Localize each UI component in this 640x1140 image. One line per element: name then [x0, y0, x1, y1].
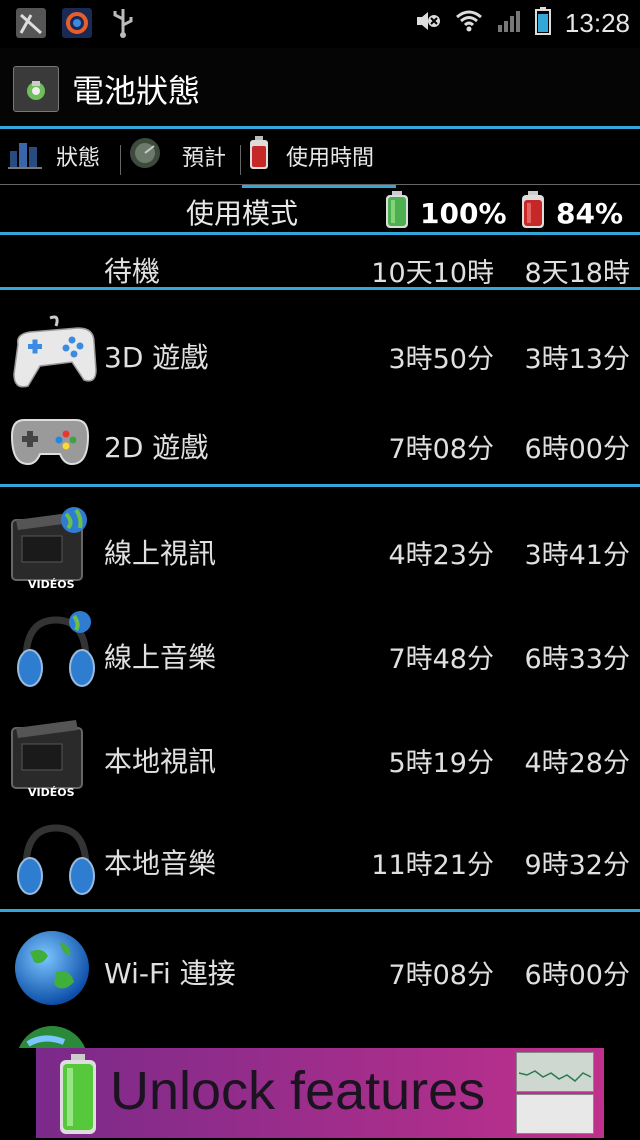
online-video-icon-text: VIDÉOS	[28, 578, 75, 591]
list-item-online-video[interactable]: VIDÉOS 線上視訊 4時23分 3時41分	[0, 506, 640, 596]
row-full-value: 10天10時	[371, 258, 494, 289]
tab-separator	[240, 145, 241, 175]
row-label: Wi-Fi 連接	[104, 957, 236, 990]
row-current-value: 6時00分	[524, 434, 630, 465]
usb-icon	[106, 6, 140, 40]
app-title: 電池狀態	[72, 72, 201, 110]
list-item-partial	[14, 1024, 90, 1048]
local-music-icon	[16, 818, 96, 908]
row-full-value: 3時50分	[388, 344, 494, 375]
local-video-icon: VIDÉOS	[10, 714, 96, 804]
battery-red-icon	[248, 136, 270, 176]
section-divider	[0, 287, 640, 290]
section-divider	[0, 484, 640, 487]
row-current-value: 3時13分	[524, 344, 630, 375]
tab-estimate-label: 預計	[182, 146, 227, 171]
notification-icon	[14, 6, 48, 40]
battery-full-percent: 100%	[420, 197, 507, 230]
battery-green-icon	[58, 1054, 98, 1140]
wifi-icon	[455, 9, 483, 37]
ad-banner[interactable]: Unlock features	[36, 1048, 604, 1138]
row-full-value: 5時19分	[388, 748, 494, 779]
ad-text: Unlock features	[110, 1061, 486, 1121]
title-divider	[0, 126, 640, 129]
row-label: 待機	[104, 255, 161, 288]
list-item-online-music[interactable]: 線上音樂 7時48分 6時33分	[0, 610, 640, 700]
battery-app-icon[interactable]	[13, 66, 59, 112]
usage-mode-label: 使用模式	[185, 197, 298, 230]
row-current-value: 4時28分	[524, 748, 630, 779]
battery-full-header: 100%	[384, 191, 507, 236]
tab-estimate[interactable]: 預計	[128, 131, 238, 181]
battery-current-header: 84%	[520, 191, 623, 236]
wifi-globe-icon	[12, 928, 92, 1012]
tab-status[interactable]: 狀態	[8, 131, 118, 181]
tab-baseline	[0, 184, 640, 185]
online-music-icon	[16, 610, 96, 700]
list-item-local-music[interactable]: 本地音樂 11時21分 9時32分	[0, 818, 640, 908]
row-label: 2D 遊戲	[104, 431, 209, 464]
header-divider	[0, 232, 640, 235]
row-full-value: 4時23分	[388, 540, 494, 571]
clock: 13:28	[564, 7, 630, 38]
chart-thumbnail	[516, 1052, 594, 1092]
list-item-local-video[interactable]: VIDÉOS 本地視訊 5時19分 4時28分	[0, 714, 640, 804]
tab-usage-time[interactable]: 使用時間	[248, 131, 398, 181]
row-full-value: 7時08分	[388, 960, 494, 991]
battery-current-percent: 84%	[556, 197, 624, 230]
app-icon	[60, 6, 94, 40]
list-item-2d-game[interactable]: 2D 遊戲 7時08分 6時00分	[0, 404, 640, 484]
row-current-value: 9時32分	[524, 850, 630, 881]
battery-icon	[534, 7, 551, 39]
row-label: 線上視訊	[104, 537, 217, 570]
status-icon	[8, 137, 42, 175]
row-current-value: 6時00分	[524, 960, 630, 991]
status-bar: 13:28	[0, 0, 640, 46]
row-label: 本地音樂	[104, 847, 217, 880]
list-item-standby[interactable]: 待機 10天10時 8天18時	[0, 246, 640, 290]
globe-icon	[18, 1026, 86, 1048]
row-label: 3D 遊戲	[104, 341, 209, 374]
gamepad-2d-icon	[10, 412, 90, 474]
stats-thumbnail	[516, 1094, 594, 1134]
gamepad-3d-icon	[10, 314, 98, 394]
list-item-wifi[interactable]: Wi-Fi 連接 7時08分 6時00分	[0, 926, 640, 1012]
tab-usage-time-label: 使用時間	[286, 146, 375, 171]
row-current-value: 6時33分	[524, 644, 630, 675]
list-item-3d-game[interactable]: 3D 遊戲 3時50分 3時13分	[0, 312, 640, 392]
row-full-value: 11時21分	[371, 850, 494, 881]
usage-header: 使用模式 100% 84%	[0, 190, 640, 234]
row-full-value: 7時48分	[388, 644, 494, 675]
signal-icon	[497, 9, 521, 37]
row-current-value: 8天18時	[524, 258, 630, 289]
tab-bar: 狀態 預計 使用時間	[0, 131, 640, 188]
row-label: 本地視訊	[104, 745, 217, 778]
tab-status-label: 狀態	[56, 146, 101, 171]
local-video-icon-text: VIDÉOS	[28, 786, 75, 799]
battery-red-icon	[520, 191, 546, 236]
battery-green-icon	[384, 191, 410, 236]
tab-separator	[120, 145, 121, 175]
title-bar: 電池狀態	[0, 48, 640, 126]
mute-icon	[415, 9, 441, 37]
online-video-icon: VIDÉOS	[10, 506, 96, 596]
row-current-value: 3時41分	[524, 540, 630, 571]
section-divider	[0, 909, 640, 912]
row-full-value: 7時08分	[388, 434, 494, 465]
estimate-icon	[128, 136, 162, 176]
row-label: 線上音樂	[104, 641, 217, 674]
